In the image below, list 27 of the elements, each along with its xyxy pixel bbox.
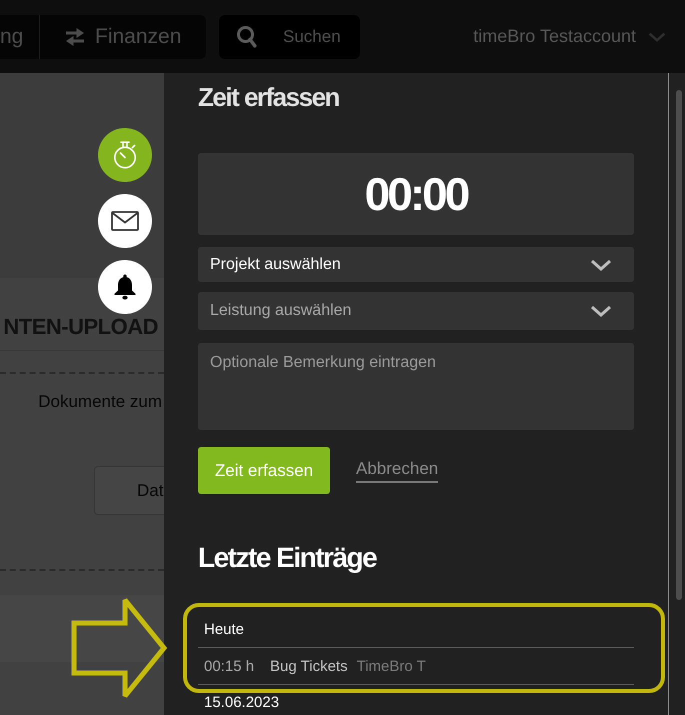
envelope-icon xyxy=(111,211,139,231)
file-button[interactable]: Dat xyxy=(94,466,164,515)
date-heading: Heute xyxy=(204,621,244,638)
chevron-icon xyxy=(590,258,612,270)
submit-button[interactable]: Zeit erfassen xyxy=(198,447,330,494)
section-title: Letzte Einträge xyxy=(198,541,376,575)
account-menu[interactable]: timeBro Testaccount xyxy=(473,26,666,47)
entry-duration: 00:15 h xyxy=(204,658,254,674)
chevron-icon xyxy=(648,32,666,42)
date-heading: 15.06.2023 xyxy=(204,694,280,711)
cancel-link[interactable]: Abbrechen xyxy=(356,458,438,482)
nav-link[interactable]: Finanzen xyxy=(40,14,182,58)
entry-task[interactable]: Bug Tickets xyxy=(270,658,348,674)
remark-field[interactable]: Optionale Bemerkung eintragen xyxy=(198,343,634,430)
upload-hint: Dokumente zum xyxy=(38,392,162,412)
entry-project: TimeBro T xyxy=(356,658,426,674)
stopwatch-icon xyxy=(113,141,137,169)
search-field[interactable]: Suchen xyxy=(219,14,360,58)
panel-title: Zeit erfassen xyxy=(198,81,339,113)
exchange-icon xyxy=(65,26,85,46)
chevron-icon xyxy=(590,305,612,317)
dropdown-select[interactable]: Projekt auswählen xyxy=(198,247,634,282)
search-icon xyxy=(237,26,257,48)
nav-link[interactable]: ng xyxy=(0,14,40,58)
bell-icon xyxy=(114,274,136,300)
timer-display: 00:00 xyxy=(198,153,634,235)
scrollbar-thumb[interactable] xyxy=(676,90,682,600)
